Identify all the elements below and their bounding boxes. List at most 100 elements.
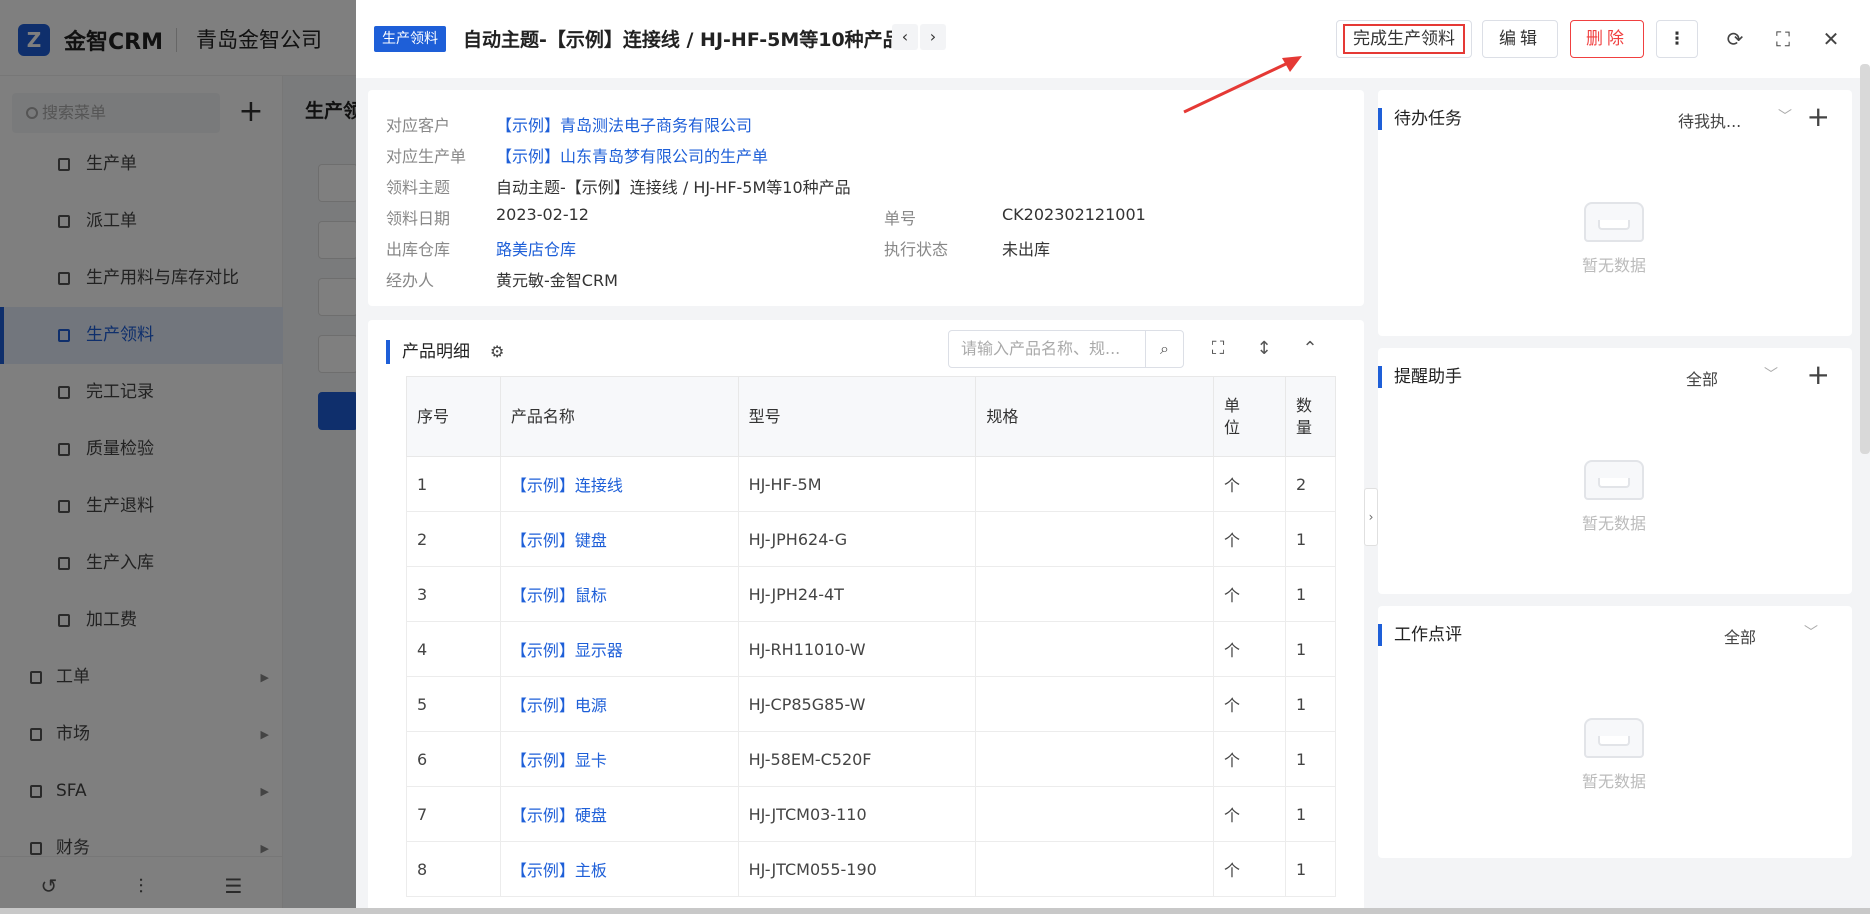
customer-link[interactable]: 【示例】青岛测法电子商务有限公司 [496, 112, 752, 136]
empty-state: 暂无数据 [1576, 460, 1652, 534]
cell-unit: 个 [1213, 676, 1286, 732]
cell-qty: 1 [1284, 621, 1337, 677]
todo-filter-select[interactable]: 待我执... [1678, 108, 1741, 132]
status-value: 未出库 [1002, 240, 1051, 259]
handler-label: 经办人 [386, 271, 435, 290]
review-filter-select[interactable]: 全部 [1724, 624, 1756, 648]
subject-label: 领料主题 [386, 178, 451, 197]
empty-tray-icon [1584, 718, 1644, 758]
cell-spec [975, 841, 1215, 897]
order-label: 对应生产单 [386, 147, 467, 166]
cell-product-name[interactable]: 【示例】主板 [499, 841, 739, 897]
add-reminder-button[interactable]: + [1807, 358, 1830, 391]
next-record-button[interactable]: › [920, 24, 946, 50]
cell-product-name[interactable]: 【示例】连接线 [499, 456, 739, 512]
warehouse-label: 出库仓库 [386, 240, 451, 259]
product-search-input[interactable]: 请输入产品名称、规... ⌕ [948, 330, 1184, 368]
table-row[interactable]: 2 【示例】键盘 HJ-JPH624-G 个 1 [406, 511, 1337, 567]
cell-index: 6 [406, 731, 501, 787]
table-row[interactable]: 3 【示例】鼠标 HJ-JPH24-4T 个 1 [406, 566, 1337, 622]
cell-product-name[interactable]: 【示例】键盘 [499, 511, 739, 567]
subject-value: 自动主题-【示例】连接线 / HJ-HF-5M等10种产品 [496, 178, 851, 197]
cell-unit: 个 [1213, 566, 1286, 622]
column-header-unit-text: 单位 [1224, 395, 1241, 437]
info-card: 对应客户 【示例】青岛测法电子商务有限公司 对应生产单 【示例】山东青岛梦有限公… [368, 90, 1364, 306]
product-table: 序号 产品名称 型号 规格 单位 数量 1 【示例】连接线 HJ-HF-5M 个 2 2 【… [406, 376, 1337, 897]
drawer-title: 自动主题-【示例】连接线 / HJ-HF-5M等10种产品 [463, 29, 902, 51]
cell-index: 3 [406, 566, 501, 622]
edit-button[interactable]: 编辑 [1482, 20, 1558, 58]
chevron-down-icon[interactable]: ﹀ [1804, 622, 1818, 642]
cell-qty: 1 [1284, 731, 1337, 787]
vertical-scrollbar[interactable] [1860, 64, 1870, 454]
cell-unit: 个 [1213, 621, 1286, 677]
empty-text: 暂无数据 [1581, 514, 1646, 533]
panel-title: 提醒助手 [1378, 366, 1462, 388]
app-root: Z 金智CRM 青岛金智公司 搜索菜单 + 生产单 派工单 生产用料与库存对比 … [0, 0, 1870, 914]
cell-product-name[interactable]: 【示例】硬盘 [499, 786, 739, 842]
table-row[interactable]: 7 【示例】硬盘 HJ-JTCM03-110 个 1 [406, 786, 1337, 842]
cell-product-name[interactable]: 【示例】显卡 [499, 731, 739, 787]
cell-spec [975, 731, 1215, 787]
horizontal-scrollbar[interactable] [0, 908, 1870, 914]
add-todo-button[interactable]: + [1807, 100, 1830, 133]
customer-label: 对应客户 [386, 116, 451, 135]
delete-button[interactable]: 删除 [1570, 20, 1644, 58]
refresh-icon[interactable]: ⟳ [1722, 26, 1748, 52]
cell-unit: 个 [1213, 786, 1286, 842]
cell-index: 4 [406, 621, 501, 677]
expand-icon[interactable]: ⛶ [1206, 338, 1230, 359]
cell-unit: 个 [1213, 841, 1286, 897]
table-row[interactable]: 4 【示例】显示器 HJ-RH11010-W 个 1 [406, 621, 1337, 677]
fullscreen-icon[interactable]: ⛶ [1770, 26, 1796, 52]
chevron-down-icon[interactable]: ﹀ [1778, 106, 1792, 126]
panel-title: 待办任务 [1378, 108, 1462, 130]
cell-product-name[interactable]: 【示例】显示器 [499, 621, 739, 677]
table-header-row: 序号 产品名称 型号 规格 单位 数量 [406, 376, 1337, 457]
close-icon[interactable]: ✕ [1818, 26, 1844, 52]
column-header-index: 序号 [406, 376, 501, 457]
table-row[interactable]: 8 【示例】主板 HJ-JTCM055-190 个 1 [406, 841, 1337, 897]
cell-spec [975, 566, 1215, 622]
cell-model: HJ-JPH24-4T [737, 566, 977, 622]
cell-spec [975, 676, 1215, 732]
todo-panel: 待办任务 待我执... ﹀ + 暂无数据 [1378, 90, 1852, 336]
product-detail-card: 产品明细 ⚙ 请输入产品名称、规... ⌕ ⛶ ↕ ⌃ 序号 产品名称 型号 规格… [368, 320, 1364, 914]
product-table-body: 1 【示例】连接线 HJ-HF-5M 个 2 2 【示例】键盘 HJ-JPH624-G 个 1 3 【… [406, 456, 1337, 897]
empty-text: 暂无数据 [1581, 772, 1646, 791]
prev-record-button[interactable]: ‹ [892, 24, 918, 50]
column-header-name: 产品名称 [499, 376, 739, 457]
empty-state: 暂无数据 [1576, 202, 1652, 276]
search-icon[interactable]: ⌕ [1145, 331, 1183, 367]
warehouse-link[interactable]: 路美店仓库 [496, 236, 576, 260]
cell-unit: 个 [1213, 731, 1286, 787]
collapse-panel-button[interactable]: › [1364, 488, 1378, 546]
cell-product-name[interactable]: 【示例】鼠标 [499, 566, 739, 622]
reminder-filter-select[interactable]: 全部 [1686, 366, 1718, 390]
review-panel: 工作点评 全部 ﹀ 暂无数据 [1378, 606, 1852, 858]
complete-requisition-button[interactable]: 完成生产领料 [1336, 20, 1472, 58]
drawer-header: 生产领料 自动主题-【示例】连接线 / HJ-HF-5M等10种产品 ‹ › 完… [356, 0, 1870, 78]
cell-model: HJ-JTCM055-190 [737, 841, 977, 897]
product-search-placeholder: 请输入产品名称、规... [961, 339, 1121, 358]
panel-title: 工作点评 [1378, 624, 1462, 646]
handler-value: 黄元敏-金智CRM [496, 271, 618, 290]
cell-qty: 1 [1284, 511, 1337, 567]
table-row[interactable]: 1 【示例】连接线 HJ-HF-5M 个 2 [406, 456, 1337, 512]
cell-qty: 2 [1284, 456, 1337, 512]
cell-model: HJ-HF-5M [737, 456, 977, 512]
cell-unit: 个 [1213, 511, 1286, 567]
gear-icon[interactable]: ⚙ [490, 342, 504, 361]
chevron-up-icon[interactable]: ⌃ [1298, 338, 1322, 359]
more-actions-button[interactable]: ⋮ [1656, 20, 1698, 58]
chevron-down-icon[interactable]: ﹀ [1764, 364, 1778, 384]
table-row[interactable]: 6 【示例】显卡 HJ-58EM-C520F 个 1 [406, 731, 1337, 787]
table-row[interactable]: 5 【示例】电源 HJ-CP85G85-W 个 1 [406, 676, 1337, 732]
order-link[interactable]: 【示例】山东青岛梦有限公司的生产单 [496, 143, 768, 167]
cell-qty: 1 [1284, 841, 1337, 897]
cell-spec [975, 621, 1215, 677]
resize-height-icon[interactable]: ↕ [1252, 338, 1276, 359]
empty-tray-icon [1584, 460, 1644, 500]
status-label: 执行状态 [884, 240, 949, 259]
cell-product-name[interactable]: 【示例】电源 [499, 676, 739, 732]
